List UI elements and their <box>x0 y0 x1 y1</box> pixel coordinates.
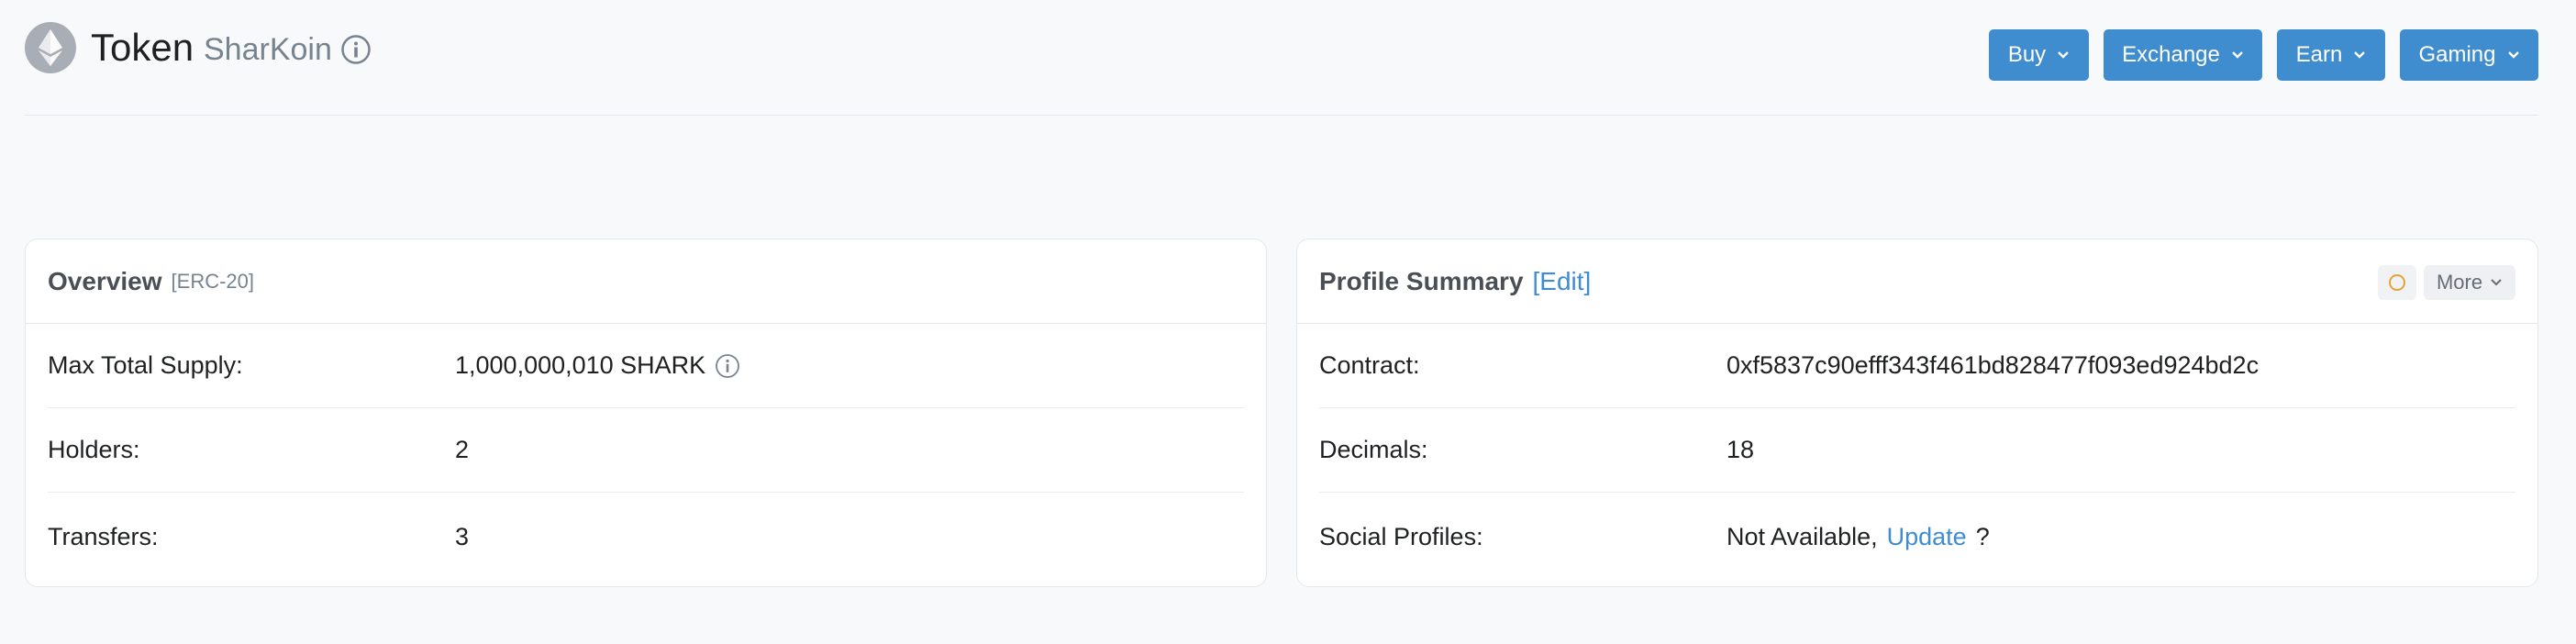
overview-title: Overview <box>48 266 162 295</box>
gaming-button-label: Gaming <box>2418 42 2496 67</box>
chevron-down-icon <box>2232 51 2243 59</box>
ethereum-logo-icon <box>25 22 76 73</box>
exchange-button[interactable]: Exchange <box>2104 29 2262 81</box>
page-title: Token <box>91 26 194 69</box>
exchange-button-label: Exchange <box>2122 42 2220 67</box>
max-supply-label: Max Total Supply: <box>48 351 243 379</box>
profile-summary-title: Profile Summary <box>1319 266 1524 295</box>
earn-button-label: Earn <box>2295 42 2343 67</box>
update-link[interactable]: Update <box>1887 523 1967 551</box>
token-name: SharKoin <box>204 32 332 67</box>
social-profiles-suffix: ? <box>1975 522 1990 550</box>
holders-value: 2 <box>455 436 470 463</box>
transfers-label: Transfers: <box>48 522 159 550</box>
holders-label: Holders: <box>48 436 140 463</box>
contract-label: Contract: <box>1319 351 1420 379</box>
chevron-down-icon <box>2491 279 2502 286</box>
contract-address-link[interactable]: 0xf5837c90efff343f461bd828477f093ed924bd… <box>1727 351 2259 380</box>
info-icon[interactable] <box>340 34 372 65</box>
max-supply-value: 1,000,000,010 SHARK <box>455 351 706 379</box>
earn-button[interactable]: Earn <box>2277 29 2385 81</box>
overview-card: Overview [ERC-20] Max Total Supply: 1,00… <box>25 239 1267 587</box>
status-button[interactable] <box>2378 265 2416 300</box>
profile-summary-header: Profile Summary [Edit] More <box>1297 239 2537 324</box>
token-standard-badge: [ERC-20] <box>171 269 255 293</box>
gaming-button[interactable]: Gaming <box>2400 29 2538 81</box>
max-supply-row: Max Total Supply: 1,000,000,010 SHARK <box>48 324 1244 408</box>
holders-row: Holders: 2 <box>48 408 1244 493</box>
more-dropdown-button[interactable]: More <box>2424 265 2515 300</box>
contract-row: Contract: 0xf5837c90efff343f461bd828477f… <box>1319 324 2515 408</box>
profile-summary-card: Profile Summary [Edit] More Contract: 0x… <box>1296 239 2538 587</box>
buy-button-label: Buy <box>2007 42 2047 67</box>
chevron-down-icon <box>2058 51 2070 59</box>
decimals-row: Decimals: 18 <box>1319 408 2515 493</box>
decimals-value: 18 <box>1727 436 1755 463</box>
status-circle-icon <box>2389 274 2405 291</box>
page-header: Token SharKoin Buy Exchange Earn Gaming <box>25 0 2538 116</box>
chevron-down-icon <box>2354 51 2366 59</box>
social-profiles-label: Social Profiles: <box>1319 522 1483 550</box>
social-profiles-row: Social Profiles: Not Available, Update ? <box>1319 494 2515 579</box>
buy-button[interactable]: Buy <box>1989 29 2089 81</box>
chevron-down-icon <box>2507 51 2519 59</box>
more-label: More <box>2436 271 2483 294</box>
decimals-label: Decimals: <box>1319 436 1428 463</box>
transfers-row: Transfers: 3 <box>48 494 1244 579</box>
social-profiles-value: Not Available, <box>1727 522 1878 550</box>
overview-header: Overview [ERC-20] <box>26 239 1266 324</box>
edit-link[interactable]: [Edit] <box>1533 267 1592 296</box>
transfers-value: 3 <box>455 522 470 550</box>
info-icon[interactable] <box>715 353 740 379</box>
